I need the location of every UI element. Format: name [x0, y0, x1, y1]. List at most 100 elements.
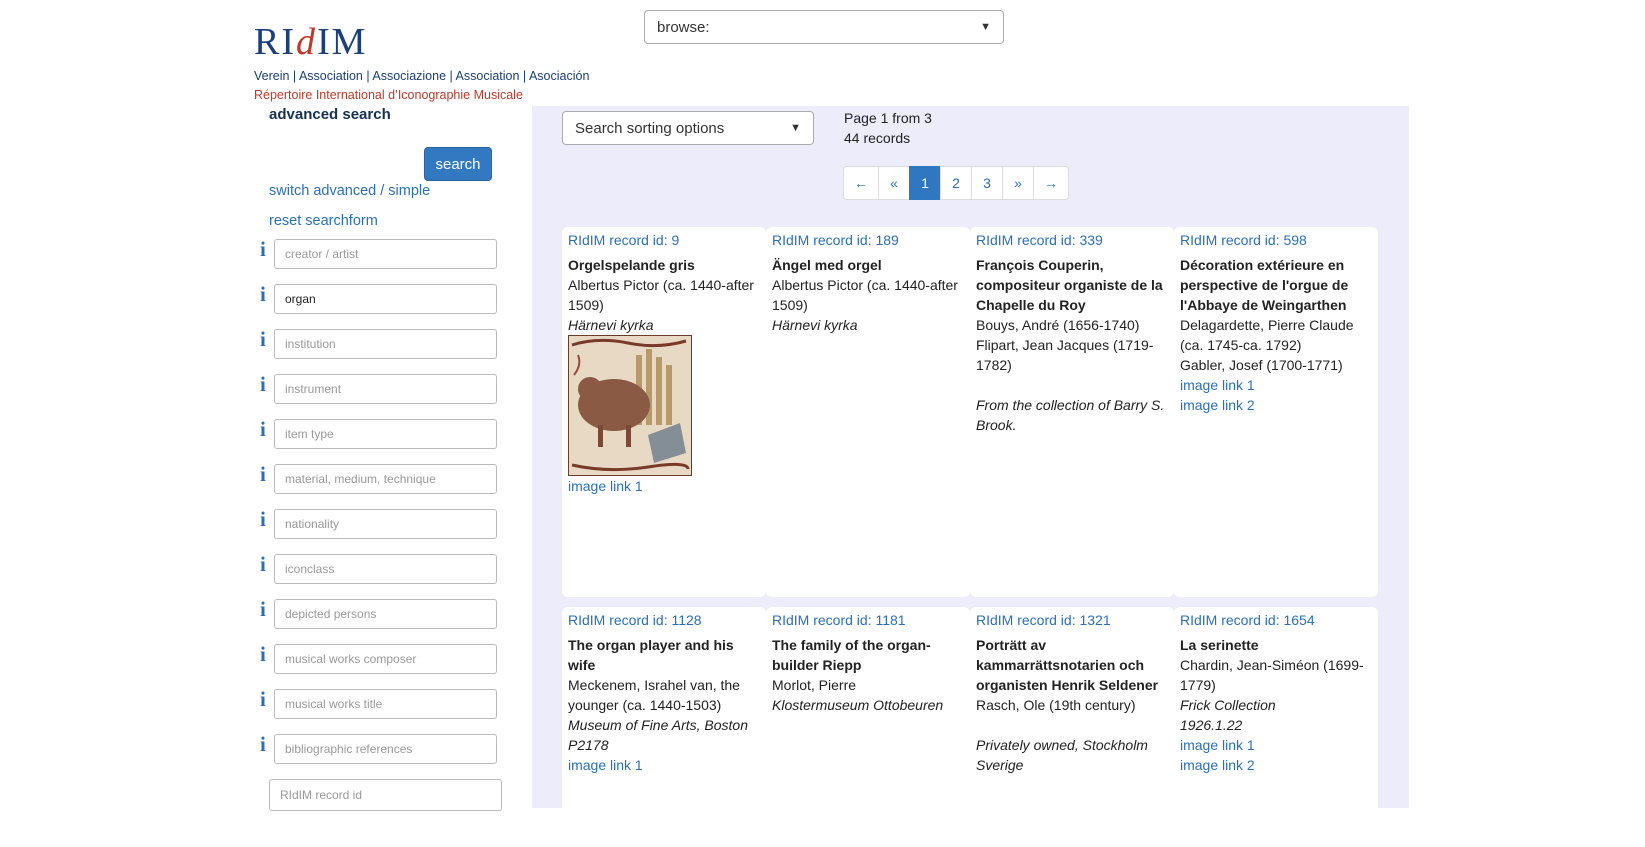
search-field-input[interactable]: institution: [274, 329, 497, 359]
page-line: Page 1 from 3: [844, 110, 932, 126]
logo-associations: Verein | Association | Associazione | As…: [254, 69, 590, 83]
record-id-link[interactable]: RIdIM record id: 598: [1180, 230, 1372, 250]
info-icon[interactable]: i: [260, 372, 266, 397]
browse-select-label: browse:: [657, 18, 710, 36]
search-field-input[interactable]: instrument: [274, 374, 497, 404]
pagination-item[interactable]: »: [1002, 166, 1034, 200]
image-link[interactable]: image link 2: [1180, 755, 1372, 775]
page-info: Page 1 from 3 44 records: [844, 108, 932, 148]
search-field-input[interactable]: item type: [274, 419, 497, 449]
record-title: Porträtt av kammarrättsnotarien och orga…: [976, 637, 1159, 693]
search-button[interactable]: search: [424, 147, 492, 181]
info-icon[interactable]: i: [260, 327, 266, 352]
record-creator: Albertus Pictor (ca. 1440-after 1509): [568, 277, 754, 313]
info-icon[interactable]: i: [260, 642, 266, 667]
record-count: 44 records: [844, 130, 911, 146]
search-field-input[interactable]: iconclass: [274, 554, 497, 584]
logo-subtitle: Répertoire International d’Iconographie …: [254, 88, 523, 102]
switch-advanced-simple-link[interactable]: switch advanced / simple: [269, 183, 430, 199]
image-link[interactable]: image link 1: [568, 476, 760, 496]
search-field-row: i institution: [258, 327, 498, 360]
info-icon[interactable]: i: [260, 237, 266, 262]
record-creator: Morlot, Pierre: [772, 677, 857, 693]
record-creator: Gabler, Josef (1700-1771): [1180, 357, 1343, 373]
search-field-input[interactable]: musical works composer: [274, 644, 497, 674]
search-field-input[interactable]: musical works title: [274, 689, 497, 719]
record-title: Orgelspelande gris: [568, 257, 695, 273]
record-id-link[interactable]: RIdIM record id: 1654: [1180, 610, 1372, 630]
chevron-down-icon: ▼: [980, 21, 991, 33]
search-field-input[interactable]: creator / artist: [274, 239, 497, 269]
rid-record-id-input[interactable]: RIdIM record id: [269, 779, 502, 811]
result-card: RIdIM record id: 339 François Couperin, c…: [970, 227, 1174, 597]
pagination-item[interactable]: →: [1033, 166, 1069, 200]
record-thumbnail-image[interactable]: [568, 335, 692, 476]
search-field-input[interactable]: material, medium, technique: [274, 464, 497, 494]
image-link[interactable]: image link 1: [1180, 375, 1372, 395]
image-link[interactable]: image link 1: [568, 755, 760, 775]
record-creator: Delagardette, Pierre Claude (ca. 1745-ca…: [1180, 317, 1354, 353]
record-creator: Flipart, Jean Jacques (1719-1782): [976, 337, 1154, 373]
results-panel: Search sorting options ▼ Page 1 from 3 4…: [532, 106, 1409, 847]
pagination: ← «1 2 3» →: [843, 166, 1069, 200]
record-title: Ängel med orgel: [772, 257, 882, 273]
record-creator: Albertus Pictor (ca. 1440-after 1509): [772, 277, 958, 313]
record-creator: Rasch, Ole (19th century): [976, 697, 1136, 713]
info-icon[interactable]: i: [260, 597, 266, 622]
chevron-down-icon: ▼: [790, 122, 801, 134]
search-field-row: i depicted persons: [258, 597, 498, 630]
record-id-link[interactable]: RIdIM record id: 1181: [772, 610, 964, 630]
sort-options-label: Search sorting options: [575, 119, 725, 137]
search-field-row: i musical works title: [258, 687, 498, 720]
record-title: La serinette: [1180, 637, 1259, 653]
record-id-link[interactable]: RIdIM record id: 189: [772, 230, 964, 250]
search-field-input[interactable]: depicted persons: [274, 599, 497, 629]
record-id-link[interactable]: RIdIM record id: 1128: [568, 610, 760, 630]
info-icon[interactable]: i: [260, 462, 266, 487]
record-creator: Bouys, André (1656-1740): [976, 317, 1140, 333]
result-card: RIdIM record id: 9 Orgelspelande gris Albe…: [562, 227, 766, 597]
record-title: Décoration extérieure en perspective de …: [1180, 257, 1349, 313]
result-card: RIdIM record id: 189 Ängel med orgel Alber…: [766, 227, 970, 597]
pagination-item[interactable]: ←: [843, 166, 879, 200]
search-field-row: i creator / artist: [258, 237, 498, 270]
record-id-link[interactable]: RIdIM record id: 1321: [976, 610, 1168, 630]
record-location: From the collection of Barry S. Brook.: [976, 397, 1165, 433]
image-link[interactable]: image link 1: [1180, 735, 1372, 755]
record-title: The organ player and his wife: [568, 637, 734, 673]
search-field-input[interactable]: organ: [274, 284, 497, 314]
pagination-item[interactable]: «: [878, 166, 910, 200]
search-field-input[interactable]: nationality: [274, 509, 497, 539]
result-card: RIdIM record id: 1654 La serinette Chardin…: [1174, 607, 1378, 847]
ridim-logo[interactable]: RIdIM Verein | Association | Associazion…: [252, 10, 612, 104]
search-field-row: i material, medium, technique: [258, 462, 498, 495]
record-title: François Couperin, compositeur organiste…: [976, 257, 1163, 313]
record-location: Härnevi kyrka: [568, 317, 654, 333]
info-icon[interactable]: i: [260, 732, 266, 757]
browse-select[interactable]: browse: ▼: [644, 10, 1004, 44]
search-field-row: i instrument: [258, 372, 498, 405]
record-location: Frick Collection: [1180, 697, 1276, 713]
image-link[interactable]: image link 2: [1180, 395, 1372, 415]
reset-searchform-link[interactable]: reset searchform: [269, 213, 378, 229]
record-creator: Chardin, Jean-Siméon (1699-1779): [1180, 657, 1364, 693]
pagination-item[interactable]: 2: [940, 166, 972, 200]
pagination-item[interactable]: 1: [909, 166, 941, 200]
search-field-input[interactable]: bibliographic references: [274, 734, 497, 764]
sort-options-select[interactable]: Search sorting options ▼: [562, 111, 814, 145]
record-location: 1926.1.22: [1180, 717, 1243, 733]
record-id-link[interactable]: RIdIM record id: 9: [568, 230, 760, 250]
record-location: Klostermuseum Ottobeuren: [772, 697, 944, 713]
info-icon[interactable]: i: [260, 687, 266, 712]
info-icon[interactable]: i: [260, 417, 266, 442]
info-icon[interactable]: i: [260, 282, 266, 307]
record-id-link[interactable]: RIdIM record id: 339: [976, 230, 1168, 250]
result-card: RIdIM record id: 1321 Porträtt av kammarr…: [970, 607, 1174, 847]
record-location: P2178: [568, 737, 609, 753]
info-icon[interactable]: i: [260, 552, 266, 577]
pagination-item[interactable]: 3: [971, 166, 1003, 200]
info-icon[interactable]: i: [260, 507, 266, 532]
record-location: Privately owned, Stockholm Sverige: [976, 737, 1148, 773]
